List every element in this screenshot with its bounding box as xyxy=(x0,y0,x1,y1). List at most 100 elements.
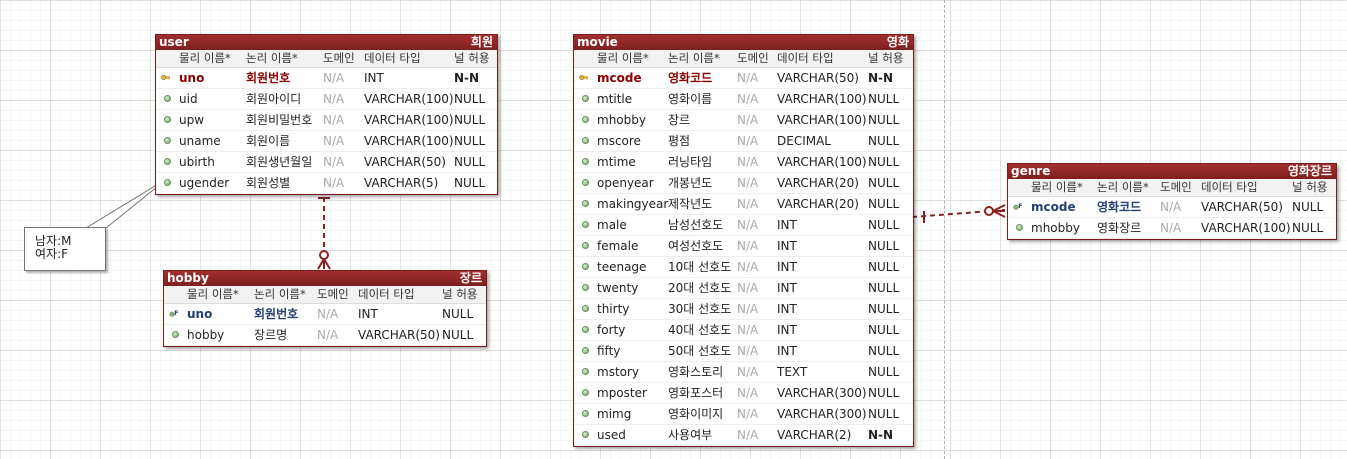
data-type: INT xyxy=(777,281,797,295)
table-header[interactable]: genre 영화장르 xyxy=(1008,164,1336,179)
column-row-uname[interactable]: uname 회원이름 N/A VARCHAR(100) NULL xyxy=(156,131,497,152)
nullable-value: NULL xyxy=(868,386,900,400)
column-row-uno[interactable]: Funo 회원번호 N/A INT NULL xyxy=(164,304,486,325)
table-movie[interactable]: movie 영화 물리 이름* 논리 이름* 도메인 데이터 타입 널 허용 m… xyxy=(573,34,914,447)
physical-name: female xyxy=(597,239,639,253)
col-datatype-header: 데이터 타입 xyxy=(358,287,415,301)
physical-name: mhobby xyxy=(1031,221,1080,235)
table-header[interactable]: user 회원 xyxy=(156,35,497,50)
logical-name: 러닝타임 xyxy=(668,155,713,169)
column-row-twenty[interactable]: twenty 20대 선호도 N/A INT NULL xyxy=(574,278,913,299)
nullable-value: NULL xyxy=(868,239,900,253)
nullable-value: NULL xyxy=(868,260,900,274)
svg-text:F: F xyxy=(1018,203,1022,210)
data-type: INT xyxy=(777,218,797,232)
column-row-mcode[interactable]: Fmcode 영화코드 N/A VARCHAR(50) NULL xyxy=(1008,197,1336,218)
col-datatype-header: 데이터 타입 xyxy=(1201,180,1258,194)
column-dot-icon xyxy=(574,131,594,151)
column-row-used[interactable]: used 사용여부 N/A VARCHAR(2) N-N xyxy=(574,425,913,446)
column-dot-icon xyxy=(574,89,594,109)
table-physical-name: user xyxy=(159,35,189,49)
logical-name: 20대 선호도 xyxy=(668,281,732,295)
col-nullable-header: 널 허용 xyxy=(868,51,904,65)
data-type: VARCHAR(100) xyxy=(364,134,454,148)
logical-name: 제작년도 xyxy=(668,197,713,211)
column-dot-icon xyxy=(156,89,176,109)
column-row-mhobby[interactable]: mhobby 장르 N/A VARCHAR(100) NULL xyxy=(574,110,913,131)
table-logical-name: 영화장르 xyxy=(1287,164,1332,178)
physical-name: mtime xyxy=(597,155,636,169)
table-genre[interactable]: genre 영화장르 물리 이름* 논리 이름* 도메인 데이터 타입 널 허용… xyxy=(1007,163,1337,240)
logical-name: 영화포스터 xyxy=(668,386,724,400)
data-type: INT xyxy=(358,307,378,321)
column-row-mhobby[interactable]: mhobby 영화장르 N/A VARCHAR(100) NULL xyxy=(1008,218,1336,239)
primary-key-icon xyxy=(574,68,594,88)
col-physical-header: 물리 이름* xyxy=(187,287,239,301)
column-row-uid[interactable]: uid 회원아이디 N/A VARCHAR(100) NULL xyxy=(156,89,497,110)
data-type: VARCHAR(50) xyxy=(777,71,859,85)
table-physical-name: movie xyxy=(577,35,618,49)
column-header-row: 물리 이름* 논리 이름* 도메인 데이터 타입 널 허용 xyxy=(1008,179,1336,197)
column-row-mcode[interactable]: mcode 영화코드 N/A VARCHAR(50) N-N xyxy=(574,68,913,89)
logical-name: 개봉년도 xyxy=(668,176,713,190)
column-row-makingyear[interactable]: makingyear 제작년도 N/A VARCHAR(20) NULL xyxy=(574,194,913,215)
gender-note[interactable]: 남자:M 여자:F xyxy=(24,227,106,271)
physical-name: mposter xyxy=(597,386,647,400)
table-header[interactable]: movie 영화 xyxy=(574,35,913,50)
data-type: VARCHAR(100) xyxy=(364,113,454,127)
column-row-male[interactable]: male 남성선호도 N/A INT NULL xyxy=(574,215,913,236)
table-header[interactable]: hobby 장르 xyxy=(164,271,486,286)
col-domain-header: 도메인 xyxy=(323,51,355,65)
column-row-ugender[interactable]: ugender 회원성별 N/A VARCHAR(5) NULL xyxy=(156,173,497,194)
domain-value: N/A xyxy=(317,307,339,321)
logical-name: 영화이름 xyxy=(668,92,713,106)
column-row-mtime[interactable]: mtime 러닝타임 N/A VARCHAR(100) NULL xyxy=(574,152,913,173)
column-row-openyear[interactable]: openyear 개봉년도 N/A VARCHAR(20) NULL xyxy=(574,173,913,194)
physical-name: mscore xyxy=(597,134,641,148)
table-physical-name: genre xyxy=(1011,164,1051,178)
column-row-fifty[interactable]: fifty 50대 선호도 N/A INT NULL xyxy=(574,341,913,362)
table-hobby[interactable]: hobby 장르 물리 이름* 논리 이름* 도메인 데이터 타입 널 허용 F… xyxy=(163,270,487,347)
column-dot-icon xyxy=(574,299,594,319)
physical-name: ugender xyxy=(179,176,230,190)
nullable-value: N-N xyxy=(868,71,894,85)
physical-name: mhobby xyxy=(597,113,646,127)
data-type: TEXT xyxy=(777,365,808,379)
nullable-value: NULL xyxy=(868,365,900,379)
svg-text:F: F xyxy=(174,310,178,317)
data-type: VARCHAR(2) xyxy=(777,428,852,442)
table-user[interactable]: user 회원 물리 이름* 논리 이름* 도메인 데이터 타입 널 허용 un… xyxy=(155,34,498,195)
column-row-forty[interactable]: forty 40대 선호도 N/A INT NULL xyxy=(574,320,913,341)
column-row-mscore[interactable]: mscore 평점 N/A DECIMAL NULL xyxy=(574,131,913,152)
column-row-thirty[interactable]: thirty 30대 선호도 N/A INT NULL xyxy=(574,299,913,320)
logical-name: 40대 선호도 xyxy=(668,323,732,337)
column-row-mposter[interactable]: mposter 영화포스터 N/A VARCHAR(300) NULL xyxy=(574,383,913,404)
logical-name: 장르 xyxy=(668,113,691,127)
col-nullable-header: 널 허용 xyxy=(442,287,478,301)
column-row-mstory[interactable]: mstory 영화스토리 N/A TEXT NULL xyxy=(574,362,913,383)
column-row-uno[interactable]: uno 회원번호 N/A INT N-N xyxy=(156,68,497,89)
domain-value: N/A xyxy=(323,176,345,190)
nullable-value: NULL xyxy=(868,407,900,421)
column-row-teenage[interactable]: teenage 10대 선호도 N/A INT NULL xyxy=(574,257,913,278)
physical-name: uname xyxy=(179,134,221,148)
data-type: VARCHAR(100) xyxy=(777,155,867,169)
table-logical-name: 영화 xyxy=(886,35,909,49)
domain-value: N/A xyxy=(737,365,759,379)
column-row-hobby[interactable]: hobby 장르명 N/A VARCHAR(50) NULL xyxy=(164,325,486,346)
col-physical-header: 물리 이름* xyxy=(179,51,231,65)
column-row-female[interactable]: female 여성선호도 N/A INT NULL xyxy=(574,236,913,257)
logical-name: 회원성별 xyxy=(246,176,291,190)
column-dot-icon xyxy=(164,325,184,345)
column-row-mimg[interactable]: mimg 영화이미지 N/A VARCHAR(300) NULL xyxy=(574,404,913,425)
physical-name: hobby xyxy=(187,328,225,342)
nullable-value: N-N xyxy=(454,71,480,85)
domain-value: N/A xyxy=(737,218,759,232)
column-row-upw[interactable]: upw 회원비밀번호 N/A VARCHAR(100) NULL xyxy=(156,110,497,131)
column-row-ubirth[interactable]: ubirth 회원생년월일 N/A VARCHAR(50) NULL xyxy=(156,152,497,173)
column-dot-icon xyxy=(574,341,594,361)
column-row-mtitle[interactable]: mtitle 영화이름 N/A VARCHAR(100) NULL xyxy=(574,89,913,110)
nullable-value: NULL xyxy=(454,155,486,169)
column-header-row: 물리 이름* 논리 이름* 도메인 데이터 타입 널 허용 xyxy=(156,50,497,68)
domain-value: N/A xyxy=(737,197,759,211)
